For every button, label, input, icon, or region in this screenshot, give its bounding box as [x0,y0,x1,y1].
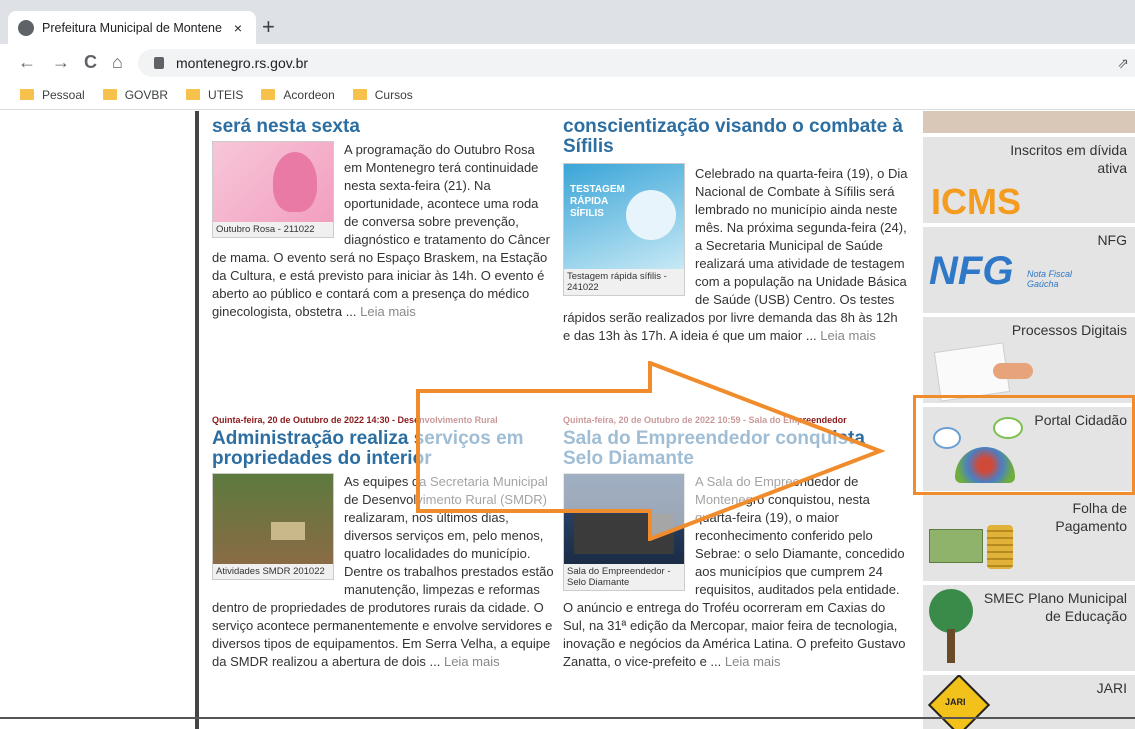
highlight-box [913,395,1135,495]
sidebar-banner-top[interactable] [923,111,1135,133]
news-item: será nesta sexta Outubro Rosa - 211022 A… [212,117,552,321]
read-more-link[interactable]: Leia mais [360,304,416,319]
sidebar-item-divida-ativa[interactable]: Inscritos em dívida ativa ICMS [923,137,1135,223]
read-more-link[interactable]: Leia mais [444,654,500,669]
browser-tab[interactable]: Prefeitura Municipal de Montene × [8,11,256,44]
bookmark-label: Cursos [374,87,413,102]
read-more-link[interactable]: Leia mais [820,328,876,343]
testagem-sifilis-image: TESTAGEM RÁPIDA SÍFILIS [564,164,684,269]
money-icon [929,529,983,563]
page-content: será nesta sexta Outubro Rosa - 211022 A… [0,111,1135,729]
address-bar[interactable]: montenegro.rs.gov.br ⇗ [138,49,1135,77]
lock-icon [154,57,164,69]
bookmark-cursos[interactable]: Cursos [352,87,413,102]
share-icon[interactable]: ⇗ [1117,55,1129,72]
folder-icon [102,89,117,100]
page-bottom-border [0,717,1135,719]
banner-label: JARI [1096,680,1127,696]
icms-logo: ICMS [931,181,1021,222]
thumbnail-caption: Testagem rápida sífilis - 241022 [564,269,684,295]
sidebar-item-smec[interactable]: SMEC Plano Municipal de Educação [923,585,1135,671]
column-divider [195,111,199,729]
banner-label: Processos Digitais [1011,322,1127,338]
banner-label: NFG [1097,232,1127,248]
news-title[interactable]: conscientização visando o combate à Sífi… [563,117,908,157]
tab-close-icon[interactable]: × [230,20,246,36]
sidebar-item-nfg[interactable]: NFG NFG Nota Fiscal Gaúcha [923,227,1135,313]
hand-icon [993,363,1033,379]
reload-icon[interactable]: C [84,50,97,74]
thumbnail-caption: Atividades SMDR 201022 [213,564,333,579]
browser-toolbar: ← → C ⌂ montenegro.rs.gov.br ⇗ [0,44,1135,80]
news-title[interactable]: será nesta sexta [212,117,552,137]
outubro-rosa-image [213,142,333,222]
bookmarks-bar: Pessoal GOVBR UTEIS Acordeon Cursos [0,80,1135,110]
folder-icon [261,89,276,100]
thumbnail-caption: Outubro Rosa - 211022 [213,222,333,237]
smdr-truck-image [213,474,333,564]
bookmark-label: Pessoal [42,87,85,102]
banner-label: SMEC Plano Municipal de Educação [983,590,1127,624]
bookmark-uteis[interactable]: UTEIS [186,88,243,102]
bookmark-pessoal[interactable]: Pessoal [20,88,85,102]
back-icon[interactable]: ← [18,50,36,74]
bookmark-label: Acordeon [283,87,335,102]
sidebar-item-folha-pagamento[interactable]: Folha de Pagamento [923,495,1135,581]
coins-icon [987,525,1013,569]
site-favicon-icon [18,19,34,36]
tab-title: Prefeitura Municipal de Montene [42,20,222,35]
news-thumbnail[interactable]: Atividades SMDR 201022 [212,473,334,580]
bookmark-label: GOVBR [124,87,169,102]
jari-logo-text: JARI [945,697,966,707]
forward-icon[interactable]: → [52,50,70,74]
nfg-logo-sub: Nota Fiscal Gaúcha [1027,269,1073,289]
news-thumbnail[interactable]: TESTAGEM RÁPIDA SÍFILIS Testagem rápida sí… [563,163,685,296]
banner-label: Folha de Pagamento [1055,500,1127,534]
sidebar-item-processos-digitais[interactable]: Processos Digitais [923,317,1135,403]
tab-strip: Prefeitura Municipal de Montene × + [0,0,1135,44]
home-icon[interactable]: ⌂ [112,50,123,74]
news-item: conscientização visando o combate à Sífi… [563,117,908,345]
new-tab-button[interactable]: + [262,16,275,38]
bookmark-acordeon[interactable]: Acordeon [261,87,335,102]
nfg-logo: NFG [929,249,1014,293]
thumbnail-caption: Sala do Empreendedor - Selo Diamante [564,564,684,590]
annotation-arrow [416,361,886,541]
bookmark-govbr[interactable]: GOVBR [102,87,169,102]
url-text: montenegro.rs.gov.br [176,55,309,71]
folder-icon [20,89,34,100]
news-thumbnail[interactable]: Outubro Rosa - 211022 [212,141,334,238]
bookmark-label: UTEIS [208,87,244,102]
read-more-link[interactable]: Leia mais [725,654,781,669]
folder-icon [352,89,367,100]
tree-trunk-icon [947,629,955,663]
tree-icon [929,589,973,633]
sidebar-item-jari[interactable]: JARI JARI [923,675,1135,729]
folder-icon [186,89,201,100]
banner-label: Inscritos em dívida ativa [1010,142,1127,176]
